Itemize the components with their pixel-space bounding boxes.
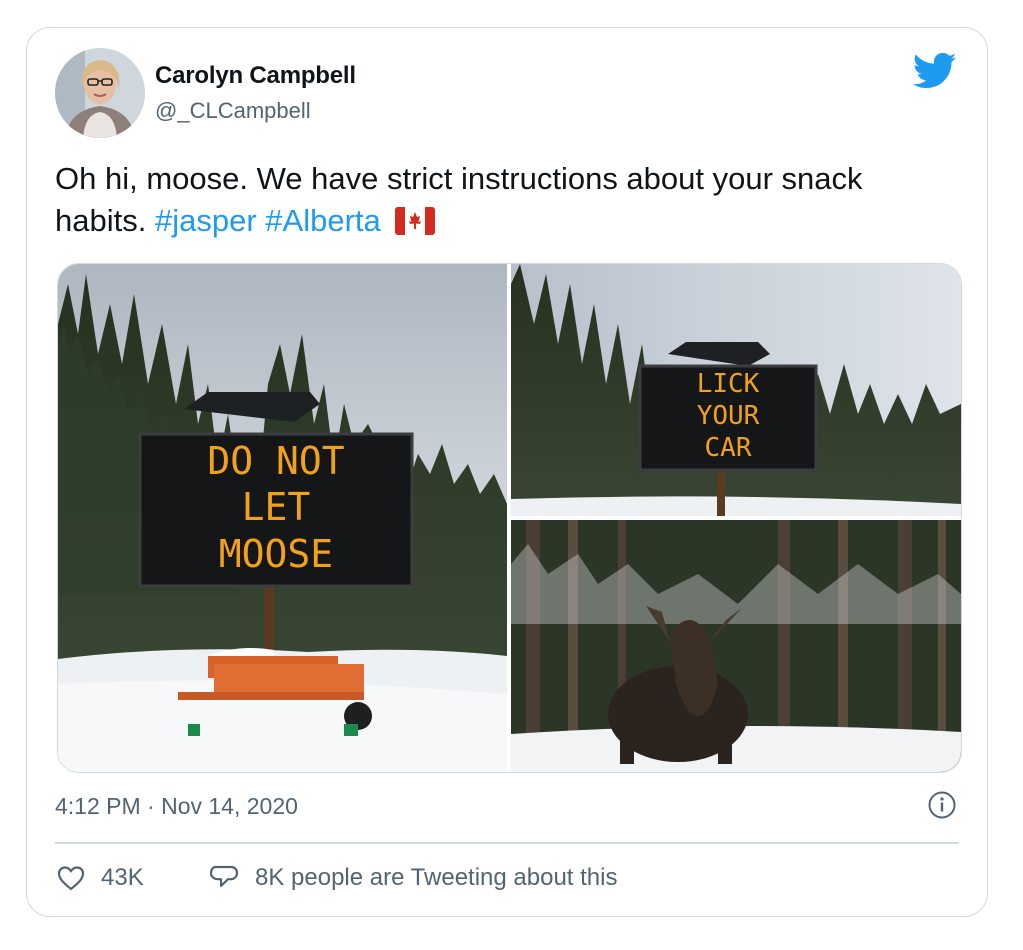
sign-right-line-1: LICK <box>697 369 760 399</box>
author-name[interactable]: Carolyn Campbell <box>155 62 356 90</box>
info-icon[interactable] <box>927 790 957 820</box>
heart-icon <box>57 866 85 891</box>
media-grid[interactable]: DO NOT LET MOOSE LICK YOUR CAR <box>57 263 962 773</box>
twitter-bird-icon[interactable] <box>913 52 957 90</box>
speech-bubble-icon <box>209 865 239 888</box>
divider <box>55 842 959 844</box>
canada-flag-icon <box>395 207 436 235</box>
avatar-image <box>55 48 145 138</box>
tweeting-about-text: 8K people are Tweeting about this <box>255 864 618 891</box>
photo-sign-lick-your-car[interactable]: LICK YOUR CAR <box>511 264 961 516</box>
hashtag-alberta[interactable]: #Alberta <box>265 203 380 238</box>
photo-moose[interactable] <box>511 520 961 772</box>
sign-left-line-2: LET <box>242 485 311 529</box>
sign-left-line-1: DO NOT <box>207 439 344 483</box>
tweeting-about-link[interactable]: 8K people are Tweeting about this <box>209 864 617 892</box>
photo-sign-do-not-let-moose[interactable]: DO NOT LET MOOSE <box>58 264 507 772</box>
tweet-card: Carolyn Campbell @_CLCampbell Oh hi, moo… <box>26 27 988 917</box>
sign-right-line-2: YOUR <box>697 401 760 431</box>
like-count: 43K <box>101 864 144 891</box>
author-handle[interactable]: @_CLCampbell <box>155 98 311 124</box>
hashtag-jasper[interactable]: #jasper <box>155 203 257 238</box>
sign-right-line-3: CAR <box>705 433 752 463</box>
sign-left-line-3: MOOSE <box>219 532 333 576</box>
tweet-timestamp[interactable]: 4:12 PM · Nov 14, 2020 <box>55 793 298 820</box>
tweet-text: Oh hi, moose. We have strict instruction… <box>55 158 935 242</box>
like-button[interactable]: 43K <box>57 864 144 892</box>
avatar[interactable] <box>55 48 145 138</box>
